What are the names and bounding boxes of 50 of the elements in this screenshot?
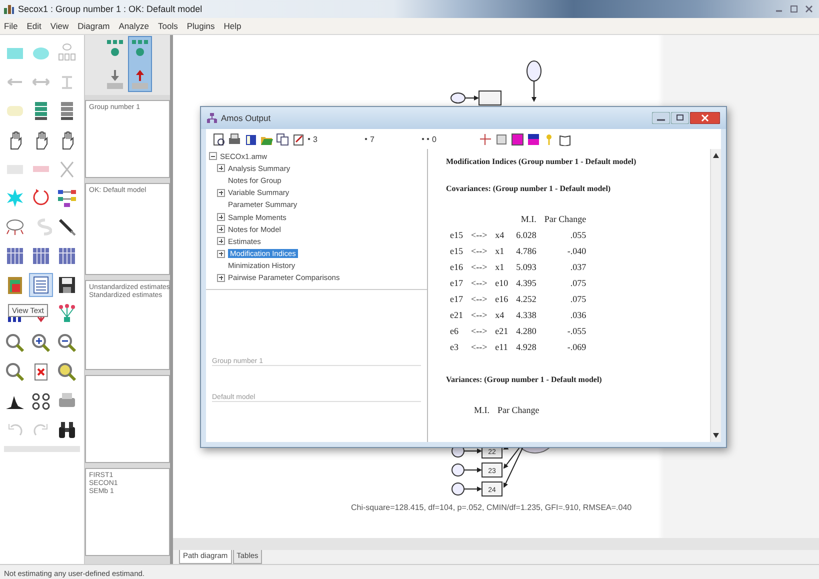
- table-cell: 4.252: [516, 294, 536, 304]
- table-cell: e17: [450, 294, 463, 304]
- output-heading: Modification Indices (Group number 1 - Default model): [446, 157, 638, 166]
- table-cell: e15: [450, 246, 463, 256]
- table-cell: 4.928: [516, 342, 536, 352]
- column-header: Par Change: [498, 405, 540, 415]
- table-cell: x1: [495, 246, 504, 256]
- section-heading: Covariances: (Group number 1 - Default model): [446, 184, 612, 193]
- table-cell: 5.093: [516, 262, 536, 272]
- table-cell: 4.338: [516, 310, 536, 320]
- fit-summary: Chi-square=128.415, df=104, p=.052, CMIN/df=1.235, GFI=.910, RMSEA=.040: [351, 503, 632, 512]
- table-cell: e17: [450, 278, 463, 288]
- table-cell: 4.395: [516, 278, 536, 288]
- table-cell: -.040: [567, 246, 586, 256]
- table-cell: e3: [450, 342, 458, 352]
- table-cell: e6: [450, 326, 458, 336]
- table-cell: .075: [570, 294, 586, 304]
- table-cell: .055: [570, 230, 586, 240]
- table-cell: <-->: [471, 294, 488, 304]
- table-cell: <-->: [471, 246, 488, 256]
- window-title: Amos Output: [221, 113, 272, 123]
- table-cell: <-->: [471, 262, 488, 272]
- table-cell: e11: [495, 342, 508, 352]
- table-cell: -.055: [567, 326, 586, 336]
- table-cell: 4.280: [516, 326, 536, 336]
- section-heading: Variances: (Group number 1 - Default model): [446, 375, 603, 384]
- table-cell: <-->: [471, 230, 488, 240]
- table-cell: x4: [495, 310, 504, 320]
- table-cell: e15: [450, 230, 463, 240]
- table-cell: 6.028: [516, 230, 536, 240]
- table-cell: e16: [450, 262, 463, 272]
- window-title: Secox1 : Group number 1 : OK: Default model: [18, 4, 204, 14]
- table-cell: e21: [495, 326, 508, 336]
- table-cell: .036: [570, 310, 586, 320]
- table-cell: .075: [570, 278, 586, 288]
- table-cell: <-->: [471, 278, 488, 288]
- table-cell: x1: [495, 262, 504, 272]
- table-cell: -.069: [567, 342, 586, 352]
- table-cell: x4: [495, 230, 504, 240]
- table-cell: .037: [570, 262, 586, 272]
- column-header: M.I.: [474, 405, 490, 415]
- table-cell: e16: [495, 294, 508, 304]
- table-cell: <-->: [471, 310, 488, 320]
- table-cell: 4.786: [516, 246, 536, 256]
- table-cell: <-->: [471, 326, 488, 336]
- table-cell: e21: [450, 310, 463, 320]
- column-header: Par Change: [544, 214, 586, 224]
- table-cell: e10: [495, 278, 508, 288]
- table-cell: <-->: [471, 342, 488, 352]
- column-header: M.I.: [520, 214, 536, 224]
